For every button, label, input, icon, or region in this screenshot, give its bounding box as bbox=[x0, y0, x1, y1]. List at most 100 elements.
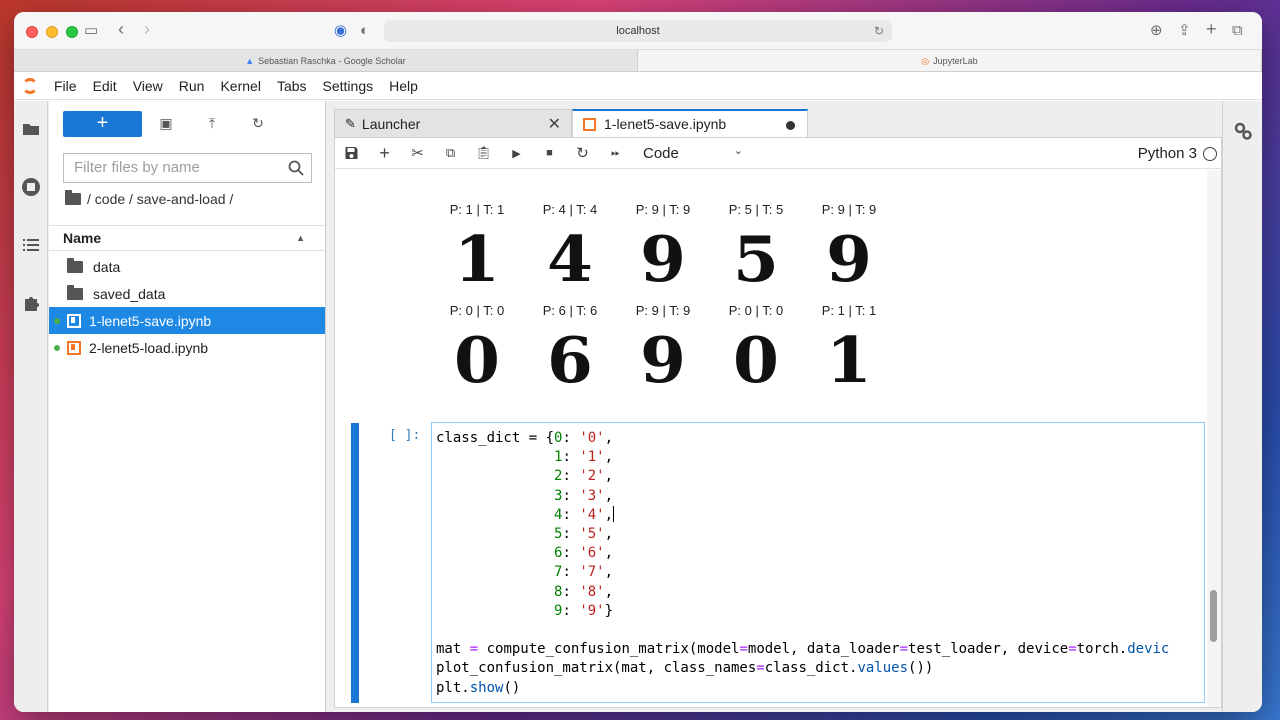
upload-icon[interactable]: ⤒ bbox=[203, 115, 221, 133]
folder-icon[interactable] bbox=[21, 119, 41, 139]
save-icon[interactable] bbox=[335, 145, 368, 161]
filter-placeholder: Filter files by name bbox=[74, 159, 200, 176]
jupyter-menubar: File Edit View Run Kernel Tabs Settings … bbox=[14, 72, 1262, 100]
file-item-data[interactable]: data bbox=[49, 253, 325, 280]
menu-run[interactable]: Run bbox=[171, 72, 213, 100]
prediction-label: P: 0 | T: 0 bbox=[449, 303, 505, 318]
active-cell-indicator[interactable] bbox=[351, 423, 359, 703]
code-editor[interactable]: class_dict = {0: '0', 1: '1', 2: '2', 3:… bbox=[431, 422, 1205, 703]
browser-tab-jupyterlab[interactable]: ◎ JupyterLab bbox=[638, 50, 1262, 71]
menu-help[interactable]: Help bbox=[381, 72, 426, 100]
file-name: 2-lenet5-load.ipynb bbox=[89, 339, 209, 356]
menu-file[interactable]: File bbox=[46, 72, 85, 100]
password-icon[interactable]: ◉ bbox=[334, 22, 347, 40]
folder-icon[interactable] bbox=[65, 190, 81, 205]
share-icon[interactable]: ⇪ bbox=[1178, 22, 1191, 40]
gears-icon[interactable] bbox=[1233, 121, 1253, 141]
reload-icon[interactable]: ↻ bbox=[874, 20, 884, 42]
close-icon[interactable]: ✕ bbox=[548, 114, 561, 134]
unsaved-indicator-icon[interactable] bbox=[786, 121, 795, 130]
browser-window: ▭ ‹ › ◉ ◐ localhost ↻ ⊕ ⇪ + ⧉ ▲ Sebastian… bbox=[14, 12, 1262, 712]
kernel-name: Python 3 bbox=[1137, 145, 1197, 162]
launcher-icon: ✎ bbox=[345, 115, 356, 131]
new-folder-icon[interactable]: ▣ bbox=[157, 115, 175, 133]
digit-image: 1 bbox=[454, 221, 500, 297]
file-item-lenet5-load[interactable]: 2-lenet5-load.ipynb bbox=[49, 334, 325, 361]
code-token: = bbox=[469, 641, 479, 658]
digit-image: 0 bbox=[454, 322, 500, 398]
extension-icon[interactable] bbox=[21, 293, 41, 313]
cell-type-select[interactable]: Code ⌄ bbox=[643, 145, 743, 162]
restart-run-all-icon[interactable]: ⏩︎ bbox=[599, 147, 632, 160]
running-indicator bbox=[54, 345, 60, 351]
notebook-scrollbar[interactable] bbox=[1207, 170, 1221, 707]
sort-ascending-icon[interactable]: ▲ bbox=[296, 226, 305, 250]
code-token: values bbox=[857, 660, 909, 677]
toc-icon[interactable] bbox=[21, 235, 41, 255]
back-icon[interactable]: ‹ bbox=[118, 20, 124, 38]
stop-icon[interactable]: ■ bbox=[533, 147, 566, 159]
cut-icon[interactable]: ✂ bbox=[401, 144, 434, 162]
address-bar[interactable]: localhost ↻ bbox=[384, 20, 892, 42]
code-token: devic bbox=[1127, 641, 1170, 658]
menu-settings[interactable]: Settings bbox=[315, 72, 382, 100]
browser-tab-scholar[interactable]: ▲ Sebastian Raschka - Google Scholar bbox=[14, 50, 638, 71]
prediction-label: P: 5 | T: 5 bbox=[728, 202, 784, 217]
scrollbar-thumb[interactable] bbox=[1210, 590, 1217, 642]
code-token: compute_confusion_matrix(model bbox=[478, 641, 740, 658]
notebook-icon bbox=[67, 313, 81, 328]
menu-tabs[interactable]: Tabs bbox=[269, 72, 315, 100]
notebook-panel: + ✂ ⧉ 📋︎ ▶ ■ ↻ ⏩︎ Code ⌄ Python 3 P: 1 |… bbox=[334, 137, 1222, 708]
menu-view[interactable]: View bbox=[125, 72, 171, 100]
minimize-window-button[interactable] bbox=[46, 26, 58, 38]
prediction-label: P: 1 | T: 1 bbox=[449, 202, 505, 217]
browser-tab-strip: ▲ Sebastian Raschka - Google Scholar ◎ Jup… bbox=[14, 50, 1262, 72]
file-item-saved-data[interactable]: saved_data bbox=[49, 280, 325, 307]
file-name: 1-lenet5-save.ipynb bbox=[89, 312, 212, 329]
copy-icon[interactable]: ⧉ bbox=[434, 145, 467, 161]
digit-image: 0 bbox=[733, 322, 779, 398]
notebook-content: P: 1 | T: 1 P: 4 | T: 4 P: 9 | T: 9 P: 5… bbox=[335, 170, 1207, 707]
new-tab-icon[interactable]: + bbox=[1206, 20, 1217, 38]
kernel-status[interactable]: Python 3 bbox=[1138, 145, 1217, 162]
insert-cell-icon[interactable]: + bbox=[368, 143, 401, 164]
file-list-header[interactable]: Name ▲ bbox=[49, 225, 325, 251]
tab-label: 1-lenet5-save.ipynb bbox=[604, 116, 727, 132]
jupyter-logo-icon bbox=[14, 72, 46, 100]
menu-kernel[interactable]: Kernel bbox=[212, 72, 268, 100]
running-icon[interactable] bbox=[21, 177, 41, 197]
cell-type-value: Code bbox=[643, 145, 679, 162]
zoom-window-button[interactable] bbox=[66, 26, 78, 38]
cell-prompt: [ ]: bbox=[389, 428, 421, 443]
refresh-icon[interactable]: ↻ bbox=[249, 115, 267, 133]
code-token: test_loader, device bbox=[908, 641, 1069, 658]
sidebar-toggle-icon[interactable]: ▭ bbox=[84, 22, 98, 40]
scholar-icon: ▲ bbox=[245, 56, 255, 66]
code-token: '5' bbox=[579, 526, 605, 543]
run-icon[interactable]: ▶ bbox=[500, 147, 533, 160]
paste-icon[interactable]: 📋︎ bbox=[467, 145, 500, 161]
new-launcher-button[interactable]: + bbox=[63, 111, 142, 137]
menu-edit[interactable]: Edit bbox=[85, 72, 125, 100]
code-token: ()) bbox=[908, 660, 934, 677]
download-icon[interactable]: ⊕ bbox=[1150, 22, 1163, 40]
filter-files-input[interactable]: Filter files by name bbox=[63, 153, 312, 183]
digit-image: 6 bbox=[547, 322, 593, 398]
url-text: localhost bbox=[616, 25, 660, 37]
code-token: 5 bbox=[554, 526, 563, 543]
code-token: = bbox=[756, 660, 765, 677]
breadcrumb-path[interactable]: / code / save-and-load / bbox=[87, 191, 233, 207]
shield-icon[interactable]: ◐ bbox=[360, 22, 369, 40]
chevron-down-icon: ⌄ bbox=[733, 145, 743, 157]
running-indicator bbox=[54, 318, 60, 324]
tab-launcher[interactable]: ✎ Launcher ✕ bbox=[334, 109, 572, 137]
code-token: 1 bbox=[554, 449, 563, 466]
file-item-lenet5-save[interactable]: 1-lenet5-save.ipynb bbox=[49, 307, 325, 334]
tab-lenet5-save[interactable]: 1-lenet5-save.ipynb bbox=[572, 109, 808, 137]
code-token: 2 bbox=[554, 468, 563, 485]
close-window-button[interactable] bbox=[26, 26, 38, 38]
forward-icon[interactable]: › bbox=[144, 20, 150, 38]
restart-icon[interactable]: ↻ bbox=[566, 144, 599, 162]
code-token: plot_confusion_matrix(mat, class_names bbox=[436, 660, 757, 677]
tab-overview-icon[interactable]: ⧉ bbox=[1232, 22, 1243, 40]
